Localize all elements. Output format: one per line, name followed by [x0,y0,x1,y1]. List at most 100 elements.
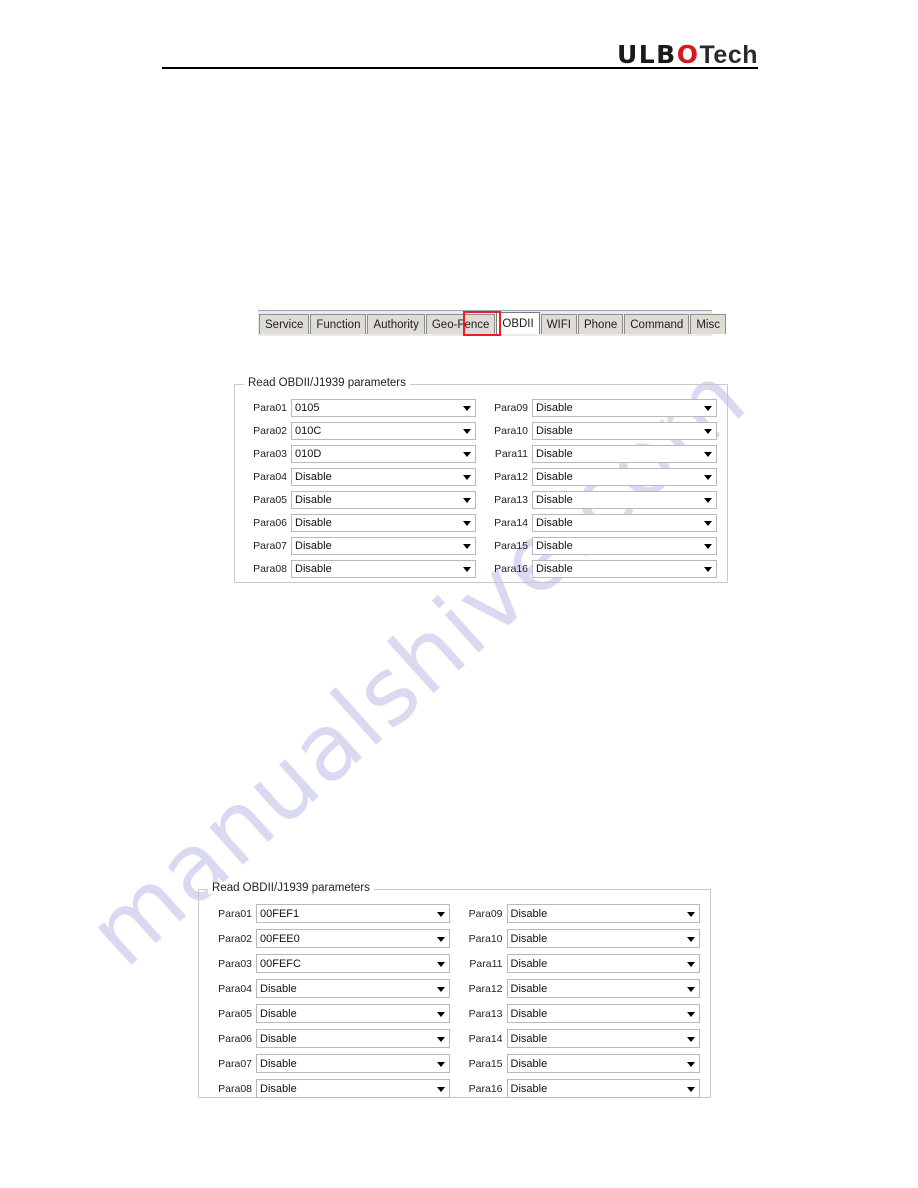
tab-misc[interactable]: Misc [690,314,726,334]
param-select-para12[interactable]: Disable [506,979,700,998]
param-select-para14[interactable]: Disable [532,514,717,532]
chevron-down-icon[interactable] [463,567,471,572]
chevron-down-icon[interactable] [436,1061,445,1067]
param-select-para01[interactable]: 0105 [291,399,476,417]
chevron-down-icon[interactable] [704,521,712,526]
param-select-para02[interactable]: 00FEE0 [256,929,450,948]
chevron-down-icon[interactable] [463,521,471,526]
param-select-para16[interactable]: Disable [506,1079,700,1098]
chevron-down-icon[interactable] [704,567,712,572]
tab-function[interactable]: Function [310,314,367,334]
chevron-down-icon[interactable] [704,406,712,411]
param-row: Para08 Disable [209,1079,450,1098]
param-row: Para10 Disable [486,422,717,440]
param-select-para08[interactable]: Disable [256,1079,450,1098]
header-divider [162,67,758,69]
param-select-para16[interactable]: Disable [532,560,717,578]
param-select-para05[interactable]: Disable [256,1004,450,1023]
param-select-para15[interactable]: Disable [532,537,717,555]
param-row: Para08 Disable [245,560,476,578]
param-select-para06[interactable]: Disable [256,1029,450,1048]
tab-authority[interactable]: Authority [367,314,425,334]
param-select-para05[interactable]: Disable [291,491,476,509]
param-select-para02[interactable]: 010C [291,422,476,440]
param-select-para03[interactable]: 010D [291,445,476,463]
param-select-para08[interactable]: Disable [291,560,476,578]
param-select-value: Disable [536,471,573,483]
chevron-down-icon[interactable] [463,406,471,411]
chevron-down-icon[interactable] [463,544,471,549]
param-row: Para02 00FEE0 [209,929,450,948]
param-select-para07[interactable]: Disable [256,1054,450,1073]
read-obdii-j1939-parameters-panel-top: Read OBDII/J1939 parameters Para01 0105 Pa… [234,377,728,583]
chevron-down-icon[interactable] [704,429,712,434]
chevron-down-icon[interactable] [704,498,712,503]
param-select-para07[interactable]: Disable [291,537,476,555]
chevron-down-icon[interactable] [436,1036,445,1042]
param-row: Para04 Disable [245,468,476,486]
param-select-para09[interactable]: Disable [532,399,717,417]
chevron-down-icon[interactable] [687,1011,695,1017]
tab-command[interactable]: Command [624,314,690,334]
chevron-down-icon[interactable] [687,1061,695,1067]
param-label-para08: Para08 [218,1082,252,1095]
param-row: Para16 Disable [460,1079,700,1098]
read-obdii-j1939-parameters-panel-bottom: Read OBDII/J1939 parameters Para01 00FEF1… [198,882,711,1098]
chevron-down-icon[interactable] [687,986,695,992]
chevron-down-icon[interactable] [687,911,695,917]
param-select-para13[interactable]: Disable [532,491,717,509]
tab-geo-fence[interactable]: Geo-Fence [425,314,496,334]
chevron-down-icon[interactable] [436,936,445,942]
param-select-para06[interactable]: Disable [291,514,476,532]
param-select-para11[interactable]: Disable [532,445,717,463]
chevron-down-icon[interactable] [463,429,471,434]
param-select-value: Disable [536,540,573,552]
chevron-down-icon[interactable] [436,986,445,992]
param-select-value: Disable [536,517,573,529]
chevron-down-icon[interactable] [463,452,471,457]
param-label-para09: Para09 [494,402,528,414]
chevron-down-icon[interactable] [704,475,712,480]
param-label-para01: Para01 [218,907,252,920]
tab-phone[interactable]: Phone [577,314,624,334]
tab-wifi[interactable]: WIFI [540,314,577,334]
tab-strip: Service Function Authority Geo-Fence OBDII WI… [258,311,726,336]
param-select-para10[interactable]: Disable [506,929,700,948]
param-select-value: Disable [510,1057,548,1070]
chevron-down-icon[interactable] [704,452,712,457]
chevron-down-icon[interactable] [704,544,712,549]
panel-bottom-right-column: Para09 Disable Para10 Disable Para11 Disable P… [460,904,700,1104]
param-select-para13[interactable]: Disable [506,1004,700,1023]
param-select-para11[interactable]: Disable [506,954,700,973]
chevron-down-icon[interactable] [436,961,445,967]
param-select-para04[interactable]: Disable [291,468,476,486]
chevron-down-icon[interactable] [436,911,445,917]
param-row: Para15 Disable [460,1054,700,1073]
chevron-down-icon[interactable] [687,961,695,967]
param-select-para09[interactable]: Disable [506,904,700,923]
param-select-para04[interactable]: Disable [256,979,450,998]
chevron-down-icon[interactable] [463,475,471,480]
param-select-para10[interactable]: Disable [532,422,717,440]
chevron-down-icon[interactable] [687,1036,695,1042]
param-select-para15[interactable]: Disable [506,1054,700,1073]
chevron-down-icon[interactable] [436,1011,445,1017]
chevron-down-icon[interactable] [687,936,695,942]
chevron-down-icon[interactable] [436,1086,445,1092]
chevron-down-icon[interactable] [463,498,471,503]
param-select-para01[interactable]: 00FEF1 [256,904,450,923]
panel-top-legend: Read OBDII/J1939 parameters [244,377,410,389]
param-select-para03[interactable]: 00FEFC [256,954,450,973]
param-label-para02: Para02 [253,425,287,437]
param-select-para14[interactable]: Disable [506,1029,700,1048]
param-select-value: Disable [260,982,297,995]
tab-service[interactable]: Service [259,314,310,334]
param-select-para12[interactable]: Disable [532,468,717,486]
param-row: Para13 Disable [486,491,717,509]
param-row: Para10 Disable [460,929,700,948]
tab-obdii[interactable]: OBDII [496,312,540,334]
param-label-para15: Para15 [494,540,528,552]
param-label-para04: Para04 [253,471,287,483]
param-row: Para04 Disable [209,979,450,998]
chevron-down-icon[interactable] [687,1086,695,1092]
